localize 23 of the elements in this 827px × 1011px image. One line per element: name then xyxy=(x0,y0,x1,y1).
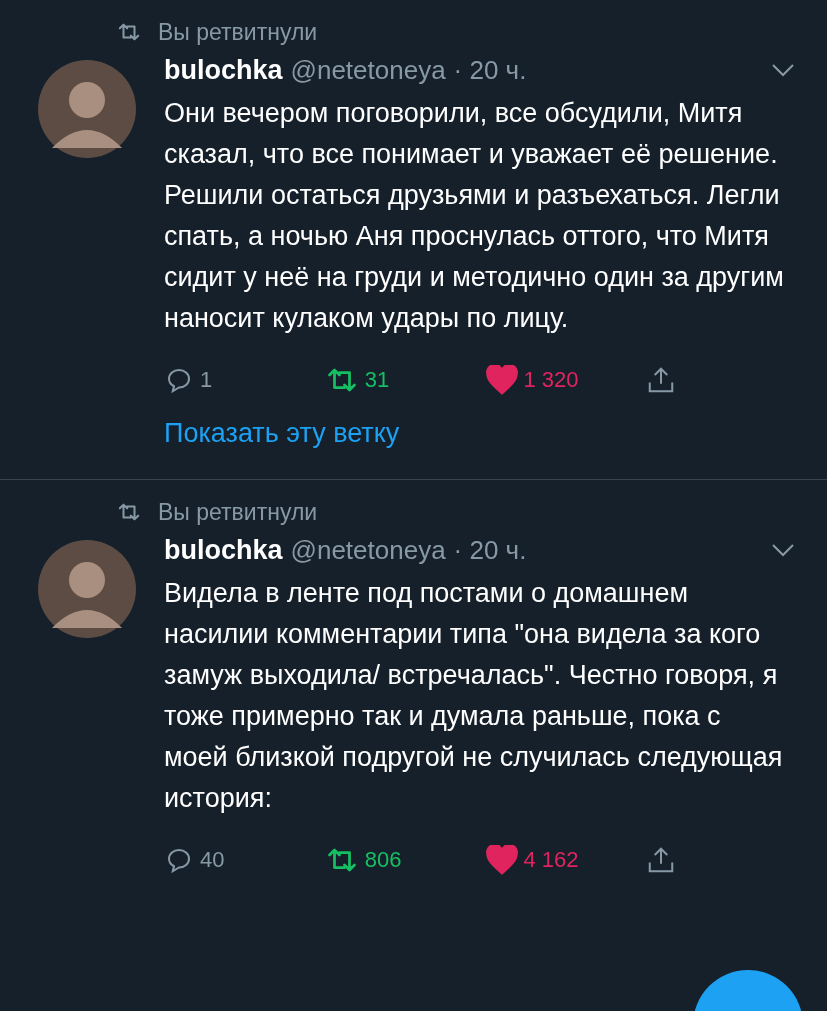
retweet-icon xyxy=(116,21,142,43)
tweet-time: · 20 ч. xyxy=(453,53,527,87)
user-handle[interactable]: @netetoneya xyxy=(290,530,446,570)
user-handle[interactable]: @netetoneya xyxy=(290,50,446,90)
heart-icon[interactable] xyxy=(485,364,518,395)
retweet-count: 806 xyxy=(364,846,402,874)
like-count: 4 162 xyxy=(523,846,579,874)
author-name[interactable]: bulochka xyxy=(164,50,283,91)
chevron-down-icon[interactable] xyxy=(771,63,795,78)
retweet-icon xyxy=(116,501,142,523)
tweet-text: Видела в ленте под постами о домашнем насилии комментарии типа "она видела за кого замуж выходила/ встречалась". Честно говоря, я тоже примерно так и думала раньше, пока с моей близкой подругой не случилась следующая история: xyxy=(164,576,784,815)
like-count: 1 320 xyxy=(523,366,579,394)
retweet-count: 31 xyxy=(364,366,390,394)
reply-count: 1 xyxy=(200,366,213,394)
reply-count: 40 xyxy=(200,846,225,874)
retweet-label: Вы ретвитнули xyxy=(158,498,318,527)
tweet-time: · 20 ч. xyxy=(453,533,527,567)
retweet-label: Вы ретвитнули xyxy=(158,18,318,47)
heart-icon[interactable] xyxy=(485,844,518,875)
author-name[interactable]: bulochka xyxy=(164,530,283,571)
show-thread-link[interactable]: Показать эту ветку xyxy=(164,412,400,453)
tweet-text: Они вечером поговорили, все обсудили, Митя сказал, что все понимает и уважает её решение. Решили остаться друзьями и разъехаться. Легли спать, а ночью Аня проснулась оттого, что Митя сидит у неё на груди и методично один за другим наносит кулаком удары по лицу. xyxy=(164,96,785,335)
chevron-down-icon[interactable] xyxy=(771,543,795,558)
